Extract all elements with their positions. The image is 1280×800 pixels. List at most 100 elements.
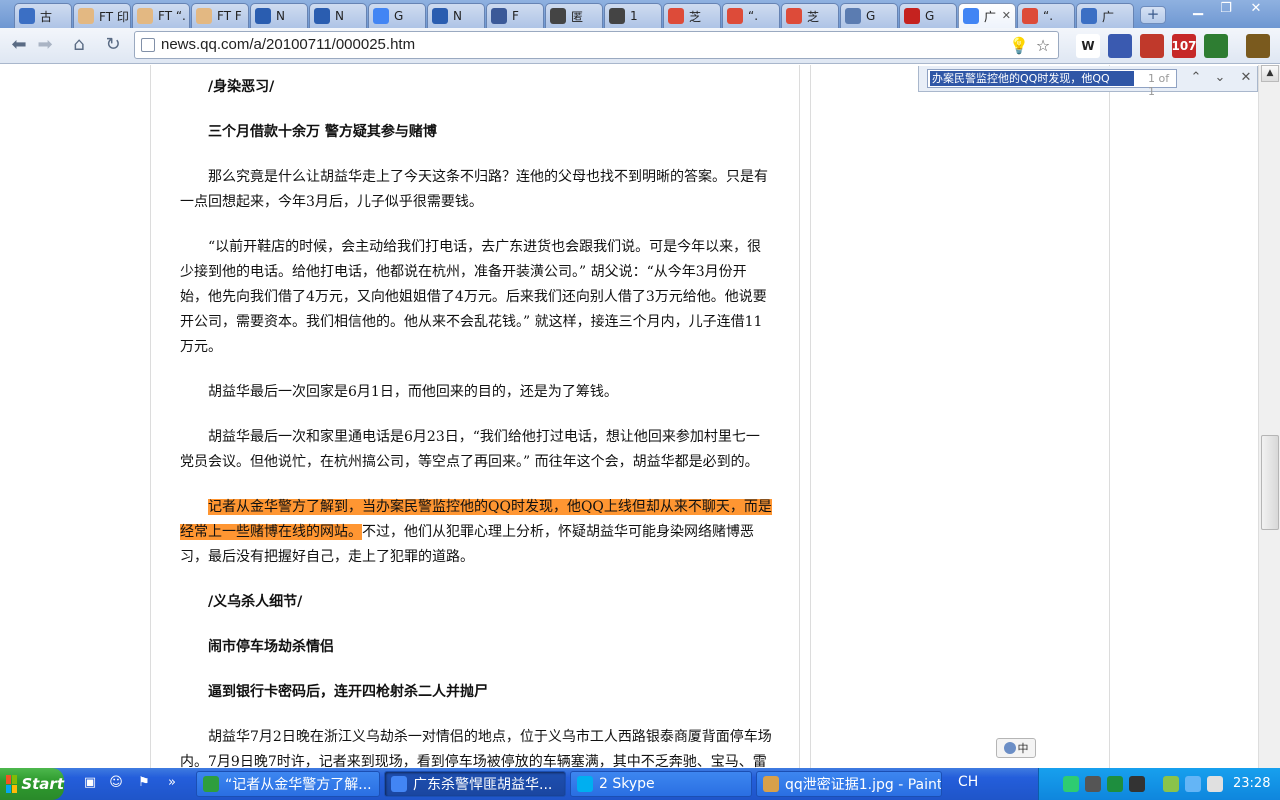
tab-title: F <box>512 9 519 23</box>
window-title: 广东杀警悍匪胡益华... <box>413 777 553 793</box>
tab-title: 芝 <box>689 9 702 24</box>
new-tab-button[interactable]: + <box>1140 6 1166 24</box>
tab-title: G <box>394 9 404 23</box>
bird-ext[interactable] <box>1140 34 1164 58</box>
browser-tab[interactable]: 芝 <box>663 3 721 28</box>
find-close-button[interactable]: ✕ <box>1237 69 1255 88</box>
taskbar-window-button[interactable]: 2 Skype <box>570 771 752 797</box>
browser-tab[interactable]: F <box>486 3 544 28</box>
tray-device-icon[interactable] <box>1085 776 1101 792</box>
browser-tab[interactable]: G <box>899 3 957 28</box>
window-title: qq泄密证据1.jpg - Paint <box>785 777 942 793</box>
usb-icon[interactable] <box>1163 776 1179 792</box>
taskbar-window-button[interactable]: qq泄密证据1.jpg - Paint <box>756 771 942 797</box>
ime-widget[interactable]: 中 <box>996 738 1036 758</box>
download-ext[interactable] <box>1204 34 1228 58</box>
windows-logo-icon <box>6 775 18 793</box>
volume-icon[interactable] <box>1207 776 1223 792</box>
browser-tab[interactable]: 1 <box>604 3 662 28</box>
close-tab-icon[interactable]: ✕ <box>1002 9 1011 22</box>
tab-title: 古 <box>40 9 53 24</box>
browser-tab[interactable]: 芝 <box>781 3 839 28</box>
browser-tab[interactable]: G <box>368 3 426 28</box>
close-window-button[interactable]: ✕ <box>1242 0 1270 20</box>
show-desktop-icon[interactable]: ▣ <box>80 775 100 793</box>
browser-tab[interactable]: G <box>840 3 898 28</box>
bookmark-star-icon[interactable]: ☆ <box>1033 36 1053 56</box>
google-icon <box>1022 8 1038 24</box>
facebook-icon <box>491 8 507 24</box>
taskbar-window-button[interactable]: “记者从金华警方了解... <box>196 771 380 797</box>
restore-button[interactable]: ❐ <box>1212 0 1240 20</box>
browser-tab[interactable]: N <box>427 3 485 28</box>
network-icon[interactable]: ⚑ <box>134 775 154 793</box>
vertical-scrollbar[interactable]: ▲ <box>1258 65 1280 768</box>
paragraph: 胡益华7月2日晚在浙江义乌劫杀一对情侣的地点，位于义乌市工人西路银泰商厦背面停车… <box>180 729 772 768</box>
wrench-icon[interactable] <box>1246 34 1270 58</box>
url-text[interactable]: news.qq.com/a/20100711/000025.htm <box>161 36 415 53</box>
reload-button[interactable]: ↻ <box>100 33 126 59</box>
tray-bird-icon[interactable] <box>1129 776 1145 792</box>
tab-title: N <box>276 9 285 23</box>
tray-app-icon[interactable] <box>1063 776 1079 792</box>
browser-tab[interactable]: 古 <box>14 3 72 28</box>
page-icon <box>141 38 155 52</box>
network-status-icon[interactable] <box>1185 776 1201 792</box>
find-input[interactable]: 办案民警监控他的QQ时发现，他QQ 1 of 1 <box>927 69 1177 98</box>
section-heading: /义乌杀人细节/ <box>208 594 303 610</box>
browser-tab[interactable]: “. <box>1017 3 1075 28</box>
paragraph: 胡益华最后一次回家是6月1日，而他回来的目的，还是为了筹钱。 <box>208 384 618 400</box>
taskbar: Start ▣ ☺ ⚑ » “记者从金华警方了解... 广东杀警悍匪胡益华... 2… <box>0 768 1280 800</box>
window-app-icon <box>763 776 779 792</box>
paragraph-with-match: 记者从金华警方了解到，当办案民警监控他的QQ时发现，他QQ上线但却从来不聊天，而… <box>180 495 772 570</box>
ime-icon <box>1003 742 1016 754</box>
browser-tab[interactable]: FT F <box>191 3 249 28</box>
lightbulb-icon[interactable]: 💡 <box>1009 36 1029 56</box>
google-icon <box>668 8 684 24</box>
browser-tab[interactable]: 广 <box>1076 3 1134 28</box>
find-prev-button[interactable]: ⌃ <box>1187 69 1205 88</box>
back-button[interactable]: ⬅ <box>6 33 32 59</box>
find-next-button[interactable]: ⌄ <box>1211 69 1229 88</box>
ft-icon <box>137 8 153 24</box>
browser-tab[interactable]: FT 印 <box>73 3 131 28</box>
tab-title: “. <box>1043 9 1054 23</box>
language-indicator[interactable]: CH <box>958 774 978 790</box>
home-button[interactable]: ⌂ <box>66 33 92 59</box>
browser-tab[interactable]: N <box>309 3 367 28</box>
browser-tab[interactable]: N <box>250 3 308 28</box>
scroll-up-arrow-icon[interactable]: ▲ <box>1261 65 1279 82</box>
address-bar[interactable]: news.qq.com/a/20100711/000025.htm 💡 ☆ <box>134 31 1059 59</box>
messenger-icon[interactable]: ☺ <box>106 775 126 793</box>
browser-tab[interactable]: 广 ✕ <box>958 3 1016 28</box>
window-app-icon <box>203 776 219 792</box>
tab-title: 1 <box>630 9 638 23</box>
minimize-button[interactable]: ▁ <box>1184 0 1212 20</box>
tab-title: “. <box>748 9 759 23</box>
forward-button[interactable]: ➡ <box>32 33 58 59</box>
browser-tab[interactable]: FT “. <box>132 3 190 28</box>
rss-icon <box>845 8 861 24</box>
mail-count-ext[interactable]: 107 <box>1171 34 1197 58</box>
flag-ext[interactable] <box>1108 34 1132 58</box>
start-label: Start <box>21 775 64 793</box>
taskbar-window-button[interactable]: 广东杀警悍匪胡益华... <box>384 771 566 797</box>
section-heading: /身染恶习/ <box>208 79 275 95</box>
browser-tab[interactable]: “. <box>722 3 780 28</box>
tab-title: N <box>453 9 462 23</box>
wikipedia-ext[interactable]: W <box>1076 34 1100 58</box>
scroll-thumb[interactable] <box>1261 435 1279 530</box>
find-query[interactable]: 办案民警监控他的QQ时发现，他QQ <box>930 71 1134 86</box>
window-app-icon <box>577 776 593 792</box>
paragraph: “以前开鞋店的时候，会主动给我们打电话，去广东进货也会跟我们说。可是今年以来，很… <box>180 239 767 355</box>
tab-title: 广 <box>1102 9 1115 24</box>
google-icon <box>727 8 743 24</box>
tab-title: N <box>335 9 344 23</box>
quicklaunch-expand-icon[interactable]: » <box>162 775 182 793</box>
subheading: 三个月借款十余万 警方疑其参与赌博 <box>208 124 437 140</box>
page-content: /身染恶习/ 三个月借款十余万 警方疑其参与赌博 那么究竟是什么让胡益华走上了今… <box>0 65 1258 768</box>
shield-icon[interactable] <box>1107 776 1123 792</box>
page-icon <box>19 8 35 24</box>
start-button[interactable]: Start <box>0 768 64 800</box>
browser-tab[interactable]: 匿 <box>545 3 603 28</box>
